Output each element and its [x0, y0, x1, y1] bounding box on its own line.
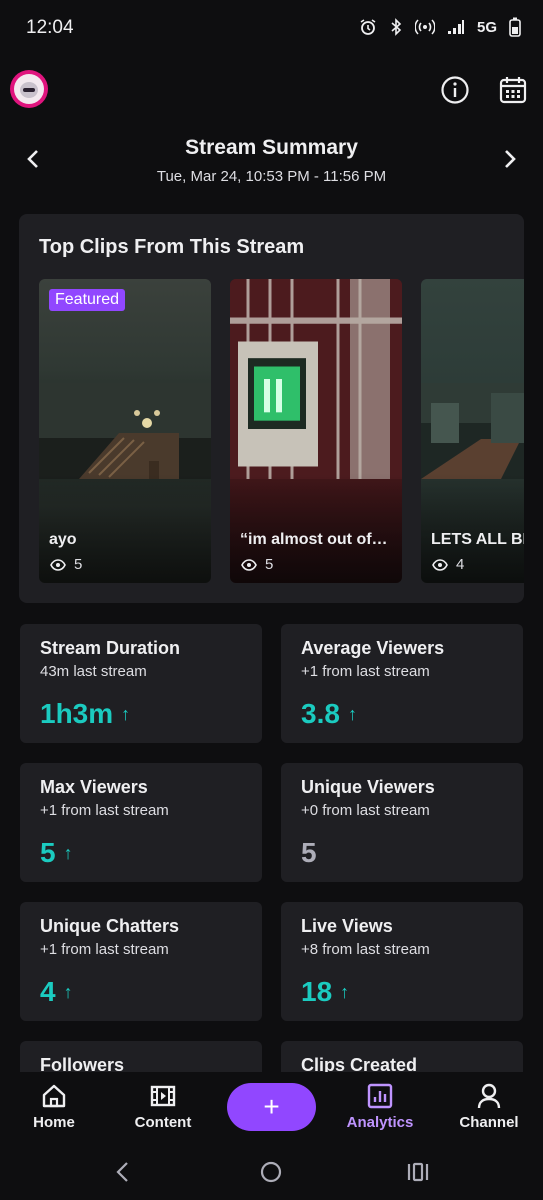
bottom-nav: Home Content + Analytics Channel [0, 1072, 543, 1150]
calendar-icon[interactable] [498, 75, 528, 105]
stat-comparison: 43m last stream [40, 663, 147, 680]
avatar-image [14, 74, 44, 104]
arrow-up-icon: ↑ [340, 981, 350, 1002]
clip-card[interactable]: Featured ayo 5 [39, 279, 211, 583]
alarm-icon [360, 19, 376, 35]
tab-channel-label: Channel [459, 1114, 519, 1131]
stat-label: Average Viewers [301, 638, 445, 658]
tab-content-label: Content [134, 1114, 192, 1131]
stat-card-average-viewers[interactable]: Average Viewers +1 from last stream 3.8 ↑ [281, 624, 523, 743]
clip-thumbnail [230, 279, 402, 479]
hotspot-icon [414, 19, 435, 35]
arrow-up-icon: ↑ [63, 981, 73, 1002]
clip-view-count: 4 [456, 556, 465, 573]
eye-icon [241, 558, 257, 571]
clip-title: ayo [49, 531, 77, 548]
chevron-right-icon[interactable] [497, 147, 521, 171]
bluetooth-icon [391, 18, 402, 36]
system-nav-bar [0, 1150, 543, 1200]
top-clips-title: Top Clips From This Stream [39, 236, 305, 258]
stat-value: 18 ↑ [301, 976, 349, 1008]
stat-label: Stream Duration [40, 638, 181, 658]
stat-value-text: 4 [40, 976, 56, 1007]
arrow-up-icon: ↑ [63, 842, 73, 863]
stat-comparison: +8 from last stream [301, 941, 430, 958]
recents-icon[interactable] [406, 1160, 430, 1184]
stat-value-text: 1h3m [40, 698, 114, 729]
status-time: 12:04 [26, 17, 74, 38]
clip-view-count: 5 [74, 556, 83, 573]
stat-value-text: 5 [301, 837, 317, 868]
page-title: Stream Summary [185, 136, 358, 159]
arrow-up-icon: ↑ [121, 703, 131, 724]
arrow-up-icon: ↑ [347, 703, 357, 724]
stat-label: Live Views [301, 916, 393, 936]
back-icon[interactable] [113, 1160, 133, 1184]
eye-icon [432, 558, 448, 571]
stat-value-text: 3.8 [301, 698, 340, 729]
person-icon [477, 1083, 501, 1109]
stat-value-text: 18 [301, 976, 333, 1007]
eye-icon [50, 558, 66, 571]
stat-card-live-views[interactable]: Live Views +8 from last stream 18 ↑ [281, 902, 523, 1021]
stat-comparison: +0 from last stream [301, 802, 430, 819]
clip-views: 4 [432, 556, 464, 573]
battery-icon [509, 17, 521, 37]
stat-card-stream-duration[interactable]: Stream Duration 43m last stream 1h3m ↑ [20, 624, 262, 743]
home-icon [42, 1084, 66, 1108]
stat-card-unique-viewers[interactable]: Unique Viewers +0 from last stream 5 [281, 763, 523, 882]
featured-badge: Featured [49, 289, 126, 311]
stat-value: 3.8 ↑ [301, 698, 357, 730]
clip-title: “im almost out of… [240, 531, 388, 548]
top-clips-card: Top Clips From This Stream Featured ayo … [19, 214, 524, 603]
stat-comparison: +1 from last stream [301, 663, 430, 680]
tab-channel[interactable]: Channel [444, 1082, 534, 1131]
tab-content[interactable]: Content [118, 1082, 208, 1131]
tab-home-label: Home [33, 1114, 75, 1131]
signal-icon [447, 20, 464, 34]
network-label: 5G [476, 18, 497, 36]
stat-value: 4 ↑ [40, 976, 73, 1008]
stream-date-range: Tue, Mar 24, 10:53 PM - 11:56 PM [156, 168, 387, 185]
stat-card-unique-chatters[interactable]: Unique Chatters +1 from last stream 4 ↑ [20, 902, 262, 1021]
clip-views: 5 [50, 556, 82, 573]
stat-value-text: 5 [40, 837, 56, 868]
app-bar [0, 66, 543, 118]
info-icon[interactable] [440, 75, 470, 105]
stat-value: 5 [301, 837, 317, 869]
home-circle-icon[interactable] [259, 1160, 283, 1184]
clip-card[interactable]: LETS ALL BE 4 [421, 279, 524, 583]
avatar[interactable] [10, 70, 48, 108]
clip-thumbnail [421, 383, 524, 479]
status-icons: 5G [359, 17, 521, 37]
summary-header: Stream Summary Tue, Mar 24, 10:53 PM - 1… [0, 132, 543, 185]
analytics-icon [367, 1083, 393, 1109]
tab-analytics-label: Analytics [346, 1114, 414, 1131]
create-button[interactable]: + [227, 1083, 316, 1131]
stat-label: Unique Chatters [40, 916, 180, 936]
stat-label: Unique Viewers [301, 777, 435, 797]
tab-home[interactable]: Home [9, 1082, 99, 1131]
status-bar: 12:04 5G [0, 0, 543, 56]
clip-thumbnail [39, 383, 211, 479]
clip-view-count: 5 [265, 556, 274, 573]
stat-comparison: +1 from last stream [40, 941, 169, 958]
stat-comparison: +1 from last stream [40, 802, 169, 819]
clip-card[interactable]: “im almost out of… 5 [230, 279, 402, 583]
clip-title: LETS ALL BE [431, 531, 524, 548]
film-icon [150, 1085, 176, 1107]
clip-views: 5 [241, 556, 273, 573]
stat-label: Max Viewers [40, 777, 148, 797]
stat-value: 5 ↑ [40, 837, 73, 869]
stat-value: 1h3m ↑ [40, 698, 130, 730]
tab-analytics[interactable]: Analytics [335, 1082, 425, 1131]
stat-card-max-viewers[interactable]: Max Viewers +1 from last stream 5 ↑ [20, 763, 262, 882]
